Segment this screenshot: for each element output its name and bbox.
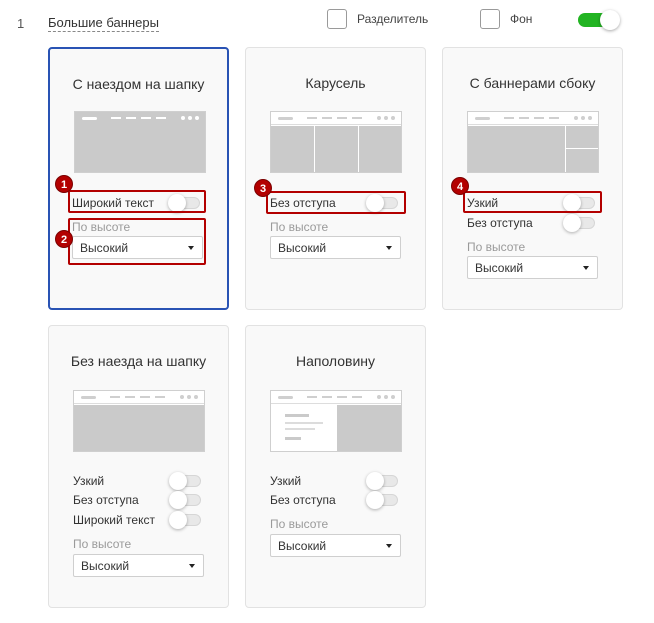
annotation-marker-3: 3	[254, 179, 272, 197]
height-select[interactable]: Высокий	[73, 554, 204, 577]
section-title-link[interactable]: Большие баннеры	[48, 15, 159, 32]
card-title: Наполовину	[295, 353, 376, 369]
height-select[interactable]: Высокий	[270, 534, 401, 557]
height-select-value: Высокий	[81, 559, 130, 573]
layout-card-half[interactable]: Наполовину Узкий Без отступа По высоте В…	[245, 325, 426, 608]
card-title: С баннерами сбоку	[469, 75, 596, 91]
section-enabled-toggle[interactable]	[578, 10, 620, 30]
option-label-no-padding: Без отступа	[467, 216, 533, 230]
no-padding-toggle[interactable]	[366, 491, 400, 509]
background-checkbox[interactable]	[480, 9, 500, 29]
option-label-no-padding: Без отступа	[270, 493, 336, 507]
layout-preview-image	[73, 390, 205, 452]
chevron-down-icon	[386, 246, 392, 250]
height-select-value: Высокий	[278, 241, 327, 255]
chevron-down-icon	[189, 564, 195, 568]
layout-preview-image	[74, 111, 206, 173]
height-select[interactable]: Высокий	[270, 236, 401, 259]
chevron-down-icon	[583, 266, 589, 270]
row-number: 1	[17, 16, 25, 31]
narrow-toggle[interactable]	[169, 472, 203, 490]
layout-card-no-overlap[interactable]: Без наезда на шапку Узкий Без отступа Ши…	[48, 325, 229, 608]
annotation-marker-2: 2	[55, 230, 73, 248]
divider-label: Разделитель	[357, 12, 429, 26]
height-select-value: Высокий	[475, 261, 524, 275]
layout-preview-image	[467, 111, 599, 173]
option-label-narrow: Узкий	[73, 474, 105, 488]
option-label-narrow: Узкий	[270, 474, 302, 488]
option-label-no-padding: Без отступа	[73, 493, 139, 507]
card-title: Карусель	[305, 75, 366, 91]
no-padding-toggle[interactable]	[169, 491, 203, 509]
layout-card-carousel[interactable]: Карусель Без отступа По высоте Высокий	[245, 47, 426, 310]
divider-checkbox[interactable]	[327, 9, 347, 29]
height-label: По высоте	[270, 517, 329, 531]
card-title: С наездом на шапку	[72, 76, 205, 92]
annotation-marker-4: 4	[451, 177, 469, 195]
annotation-highlight-1	[68, 190, 206, 213]
annotation-marker-1: 1	[55, 175, 73, 193]
annotation-highlight-3	[266, 191, 406, 214]
toggle-knob	[600, 10, 620, 30]
card-title: Без наезда на шапку	[70, 353, 207, 369]
wide-text-toggle[interactable]	[169, 511, 203, 529]
height-select-value: Высокий	[278, 539, 327, 553]
height-label: По высоте	[73, 537, 132, 551]
layout-card-overlap-header[interactable]: С наездом на шапку Широкий текст По высо…	[48, 47, 229, 310]
option-label-wide-text: Широкий текст	[73, 513, 155, 527]
divider-option[interactable]: Разделитель	[327, 9, 428, 29]
height-select[interactable]: Высокий	[467, 256, 598, 279]
annotation-highlight-2	[68, 218, 206, 265]
annotation-highlight-4	[463, 191, 602, 213]
background-option[interactable]: Фон	[480, 9, 532, 29]
background-label: Фон	[510, 12, 533, 26]
layout-card-side-banners[interactable]: С баннерами сбоку Узкий Без отступа По в…	[442, 47, 623, 310]
narrow-toggle[interactable]	[366, 472, 400, 490]
layout-preview-image	[270, 390, 402, 452]
height-label: По высоте	[467, 240, 526, 254]
chevron-down-icon	[386, 544, 392, 548]
layout-preview-image	[270, 111, 402, 173]
no-padding-toggle[interactable]	[563, 214, 597, 232]
height-label: По высоте	[270, 220, 329, 234]
